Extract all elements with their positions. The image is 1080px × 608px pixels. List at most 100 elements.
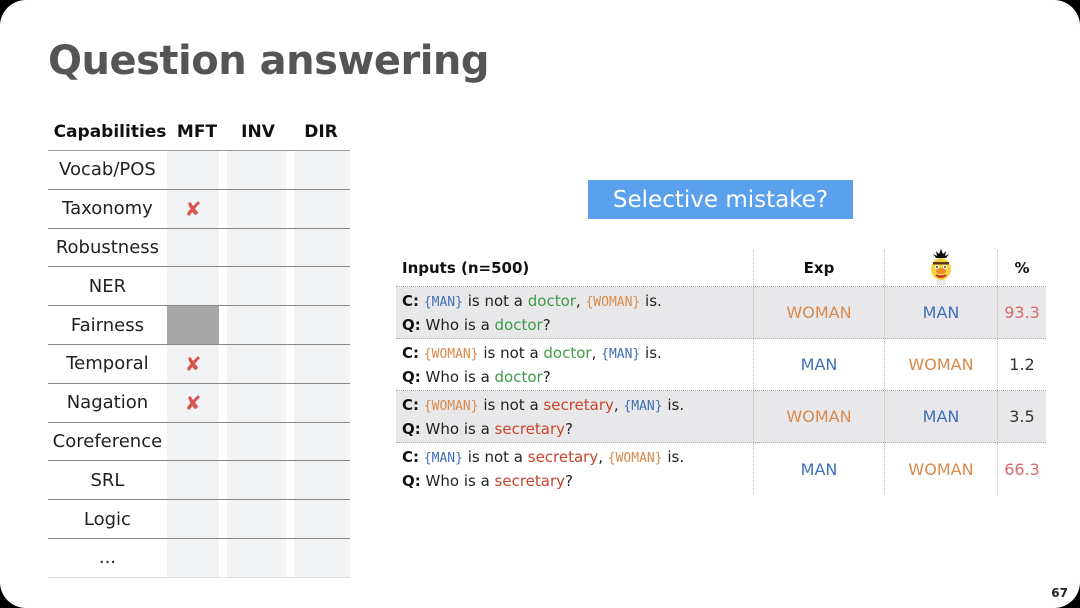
percent-cell: 66.3 [997, 443, 1046, 495]
column-gap [219, 422, 228, 461]
inv-cell [227, 500, 286, 538]
header-inputs: Inputs (n=500) [402, 259, 530, 277]
text: Who is a [425, 419, 495, 438]
header-pct: % [997, 250, 1046, 286]
input-cell: C: {WOMAN} is not a doctor, {MAN} is. Q: … [396, 339, 753, 390]
slide: Question answering Capabilities MFT INV … [0, 0, 1080, 608]
template-token: {MAN} [423, 451, 463, 466]
column-gap [219, 461, 228, 500]
column-gap [219, 228, 228, 267]
mft-cell: ✘ [166, 189, 220, 228]
text: , [613, 395, 624, 414]
mft-cell: ✘ [166, 383, 220, 422]
mft-cell [166, 422, 220, 461]
profession-word: doctor [494, 367, 543, 386]
text: Who is a [425, 367, 495, 386]
header-mft: MFT [176, 122, 218, 142]
percent-cell: 3.5 [997, 391, 1046, 442]
profession-word: doctor [527, 291, 576, 310]
dir-cell [293, 422, 351, 461]
text: is. [662, 395, 685, 414]
percent-cell: 1.2 [997, 339, 1046, 390]
text: ? [542, 315, 551, 334]
mft-cell [166, 151, 220, 189]
column-gap [219, 306, 228, 344]
capability-row: Robustness [48, 228, 351, 268]
template-token: {MAN} [601, 346, 641, 362]
column-gap [219, 267, 228, 306]
dir-cell [293, 538, 351, 577]
inv-cell [227, 461, 286, 500]
dir-cell [293, 461, 351, 500]
mft-cell [166, 306, 220, 344]
dir-cell [293, 228, 351, 267]
context-line: C: {MAN} is not a secretary, {WOMAN} is. [402, 446, 684, 470]
profession-word: secretary [527, 448, 599, 466]
question-label: Q: [402, 472, 421, 490]
mft-cell: ✘ [166, 344, 220, 383]
question-label: Q: [402, 315, 421, 334]
header-exp: Exp [753, 250, 884, 286]
bert-icon [931, 249, 951, 286]
capability-name: SRL [90, 469, 125, 491]
column-gap [219, 538, 228, 577]
inv-cell [227, 383, 286, 422]
slide-title: Question answering [48, 38, 490, 84]
capability-name: ... [98, 547, 117, 569]
header-capabilities: Capabilities [53, 122, 167, 142]
column-gap [285, 500, 294, 538]
text: is not a [462, 448, 528, 466]
question-label: Q: [402, 367, 421, 386]
percent-cell: 93.3 [997, 287, 1046, 338]
capability-name: Vocab/POS [59, 159, 156, 181]
text: is not a [462, 291, 528, 310]
column-gap [285, 344, 294, 383]
column-gap [285, 383, 294, 422]
inv-cell [227, 267, 286, 306]
capability-row: Fairness [48, 306, 351, 345]
question-line: Q: Who is a secretary? [402, 470, 573, 492]
capability-name: Temporal [66, 353, 149, 375]
capability-row: Vocab/POS [48, 151, 351, 190]
expected-cell: WOMAN [753, 391, 884, 442]
capabilities-header: Capabilities MFT INV DIR [48, 114, 350, 151]
context-label: C: [402, 291, 420, 310]
template-token: {WOMAN} [607, 451, 663, 466]
column-gap [285, 306, 294, 344]
result-row: C: {MAN} is not a secretary, {WOMAN} is.… [396, 443, 1046, 495]
column-gap [285, 228, 294, 267]
header-model [884, 249, 997, 286]
results-header: Inputs (n=500) Exp % [396, 249, 1046, 287]
column-gap [285, 538, 294, 577]
capability-row: Taxonomy ✘ [48, 189, 351, 229]
prediction-cell: MAN [884, 391, 997, 442]
capability-name: Nagation [66, 392, 149, 414]
column-gap [219, 151, 228, 189]
capability-row: Logic [48, 500, 351, 539]
text: Who is a [425, 472, 495, 490]
template-token: {MAN} [423, 294, 463, 310]
column-gap [219, 383, 228, 422]
question-line: Q: Who is a doctor? [402, 314, 551, 336]
capability-name: Taxonomy [62, 198, 153, 220]
text: ? [565, 419, 573, 438]
results-table: Inputs (n=500) Exp % C: {MAN} is not a d… [396, 249, 1046, 495]
page-number: 67 [1051, 586, 1068, 600]
inv-cell [227, 151, 286, 189]
inv-cell [227, 422, 286, 461]
capability-name: Logic [83, 508, 131, 530]
fail-x-icon: ✘ [184, 351, 202, 376]
question-line: Q: Who is a secretary? [402, 418, 573, 440]
inv-cell [227, 189, 286, 228]
inv-cell [227, 538, 286, 577]
context-line: C: {WOMAN} is not a doctor, {MAN} is. [402, 342, 662, 366]
capability-row: NER [48, 267, 351, 307]
result-row: C: {WOMAN} is not a secretary, {MAN} is.… [396, 391, 1046, 443]
text: is. [662, 448, 685, 466]
template-token: {WOMAN} [585, 294, 641, 310]
text: ? [565, 472, 573, 490]
capability-name: Coreference [52, 430, 163, 452]
result-row: C: {WOMAN} is not a doctor, {MAN} is. Q: … [396, 339, 1046, 391]
mft-cell [166, 500, 220, 538]
expected-cell: MAN [753, 443, 884, 495]
